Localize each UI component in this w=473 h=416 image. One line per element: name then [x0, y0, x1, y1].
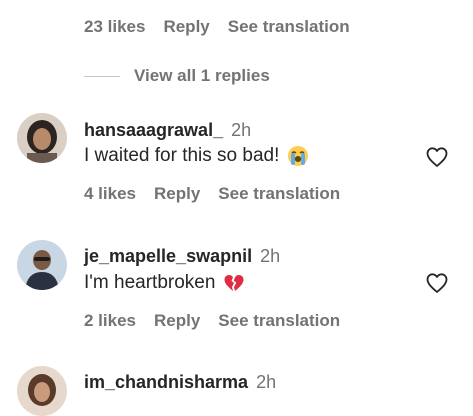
view-replies-button[interactable]: View all 1 replies [84, 66, 270, 86]
avatar[interactable] [17, 366, 67, 416]
username-link[interactable]: im_chandnisharma [84, 372, 248, 392]
like-heart-icon[interactable] [425, 271, 449, 295]
see-translation-button[interactable]: See translation [228, 17, 350, 37]
timestamp: 2h [260, 246, 281, 266]
reply-button[interactable]: Reply [154, 311, 200, 331]
comment-text: I'm heartbroken [84, 272, 245, 294]
comment-body: I'm heartbroken [84, 272, 216, 293]
like-heart-icon[interactable] [425, 145, 449, 169]
avatar[interactable] [17, 240, 67, 290]
reply-button[interactable]: Reply [154, 184, 200, 204]
reply-button[interactable]: Reply [163, 17, 209, 37]
comment-meta-row: 4 likes Reply See translation [84, 184, 340, 204]
comment-header: hansaaagrawal_ 2h [84, 120, 251, 141]
timestamp: 2h [256, 372, 277, 392]
comment-header: je_mapelle_swapnil 2h [84, 246, 280, 267]
timestamp: 2h [231, 120, 252, 140]
broken-heart-icon [223, 272, 245, 294]
likes-count[interactable]: 4 likes [84, 184, 136, 204]
likes-count[interactable]: 2 likes [84, 311, 136, 331]
avatar[interactable] [17, 113, 67, 163]
comment-meta-row: 2 likes Reply See translation [84, 311, 340, 331]
loudly-crying-face-icon [287, 145, 309, 167]
comment-header: im_chandnisharma 2h [84, 372, 276, 393]
comment-text: I waited for this so bad! [84, 145, 309, 167]
see-translation-button[interactable]: See translation [218, 184, 340, 204]
likes-count[interactable]: 23 likes [84, 17, 145, 37]
comment-body: I waited for this so bad! [84, 145, 280, 166]
view-replies-label: View all 1 replies [134, 66, 270, 85]
username-link[interactable]: hansaaagrawal_ [84, 120, 223, 140]
divider-line [84, 75, 120, 77]
see-translation-button[interactable]: See translation [218, 311, 340, 331]
username-link[interactable]: je_mapelle_swapnil [84, 246, 252, 266]
comment-meta-row: 23 likes Reply See translation [84, 17, 350, 37]
